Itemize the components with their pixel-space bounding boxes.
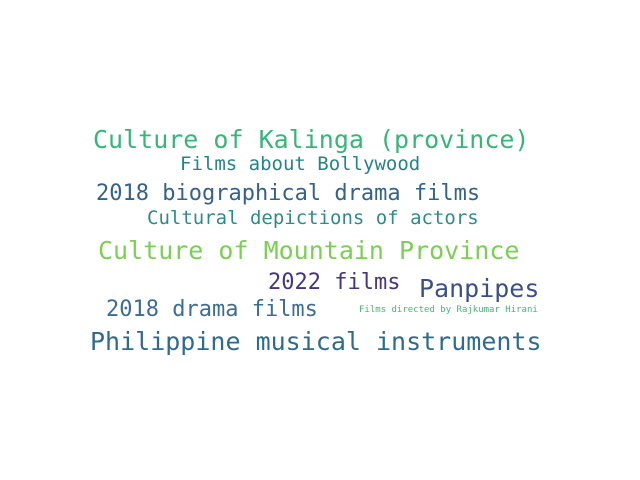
word-cultural-depictions-of-actors: Cultural depictions of actors	[147, 207, 479, 229]
word-films-directed-by-rajkumar-hirani: Films directed by Rajkumar Hirani	[359, 305, 538, 315]
word-2018-biographical-drama-films: 2018 biographical drama films	[96, 181, 481, 206]
word-2022-films: 2022 films	[268, 270, 401, 295]
word-culture-of-kalinga: Culture of Kalinga (province)	[93, 125, 530, 154]
word-panpipes: Panpipes	[419, 274, 540, 303]
word-cloud: Culture of Kalinga (province) Films abou…	[0, 0, 640, 480]
word-films-about-bollywood: Films about Bollywood	[180, 153, 421, 175]
word-culture-of-mountain-province: Culture of Mountain Province	[98, 236, 520, 265]
word-philippine-musical-instruments: Philippine musical instruments	[90, 327, 542, 356]
word-2018-drama-films: 2018 drama films	[106, 297, 318, 322]
